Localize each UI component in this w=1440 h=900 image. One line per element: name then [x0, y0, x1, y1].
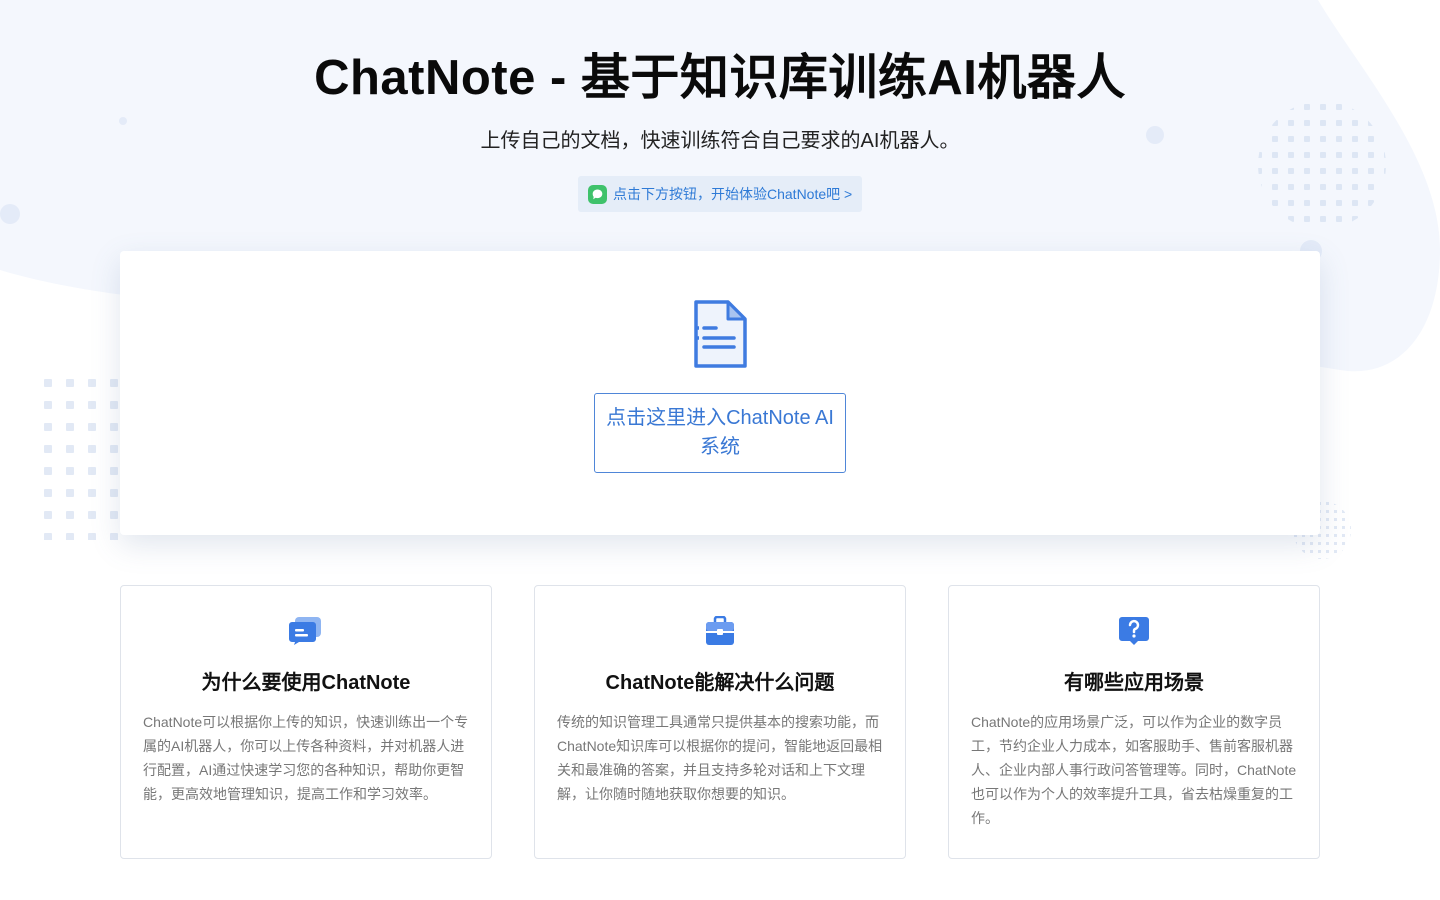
chat-bubbles-icon — [289, 617, 321, 645]
feature-card-problems: ChatNote能解决什么问题 传统的知识管理工具通常只提供基本的搜索功能，而C… — [534, 585, 906, 859]
decor-circle — [0, 204, 20, 224]
page-subtitle: 上传自己的文档，快速训练符合自己要求的AI机器人。 — [480, 130, 960, 152]
feature-description: ChatNote可以根据你上传的知识，快速训练出一个专属的AI机器人，你可以上传… — [143, 714, 469, 802]
enter-system-button[interactable]: 点击这里进入ChatNote AI系统 — [594, 393, 846, 473]
start-hint-link[interactable]: 点击下方按钮，开始体验ChatNote吧 > — [578, 176, 862, 212]
start-hint-text: 点击下方按钮，开始体验ChatNote吧 > — [613, 186, 853, 202]
document-icon — [694, 300, 747, 368]
page: ChatNote - 基于知识库训练AI机器人 上传自己的文档，快速训练符合自己… — [0, 0, 1440, 900]
dot-grid-decoration — [40, 375, 120, 540]
feature-card-why: 为什么要使用ChatNote ChatNote可以根据你上传的知识，快速训练出一… — [120, 585, 492, 859]
feature-title: ChatNote能解决什么问题 — [605, 672, 835, 694]
feature-card-scenarios: 有哪些应用场景 ChatNote的应用场景广泛，可以作为企业的数字员工，节约企业… — [948, 585, 1320, 859]
feature-title: 有哪些应用场景 — [1064, 672, 1204, 694]
page-title: ChatNote - 基于知识库训练AI机器人 — [314, 51, 1126, 105]
feature-description: ChatNote的应用场景广泛，可以作为企业的数字员工，节约企业人力成本，如客服… — [971, 714, 1297, 826]
chat-icon — [588, 184, 607, 204]
dot-grid-decoration — [1258, 101, 1386, 229]
feature-title: 为什么要使用ChatNote — [201, 672, 411, 694]
briefcase-icon — [706, 616, 734, 645]
feature-description: 传统的知识管理工具通常只提供基本的搜索功能，而ChatNote知识库可以根据你的… — [557, 714, 883, 802]
question-icon — [1119, 617, 1149, 645]
